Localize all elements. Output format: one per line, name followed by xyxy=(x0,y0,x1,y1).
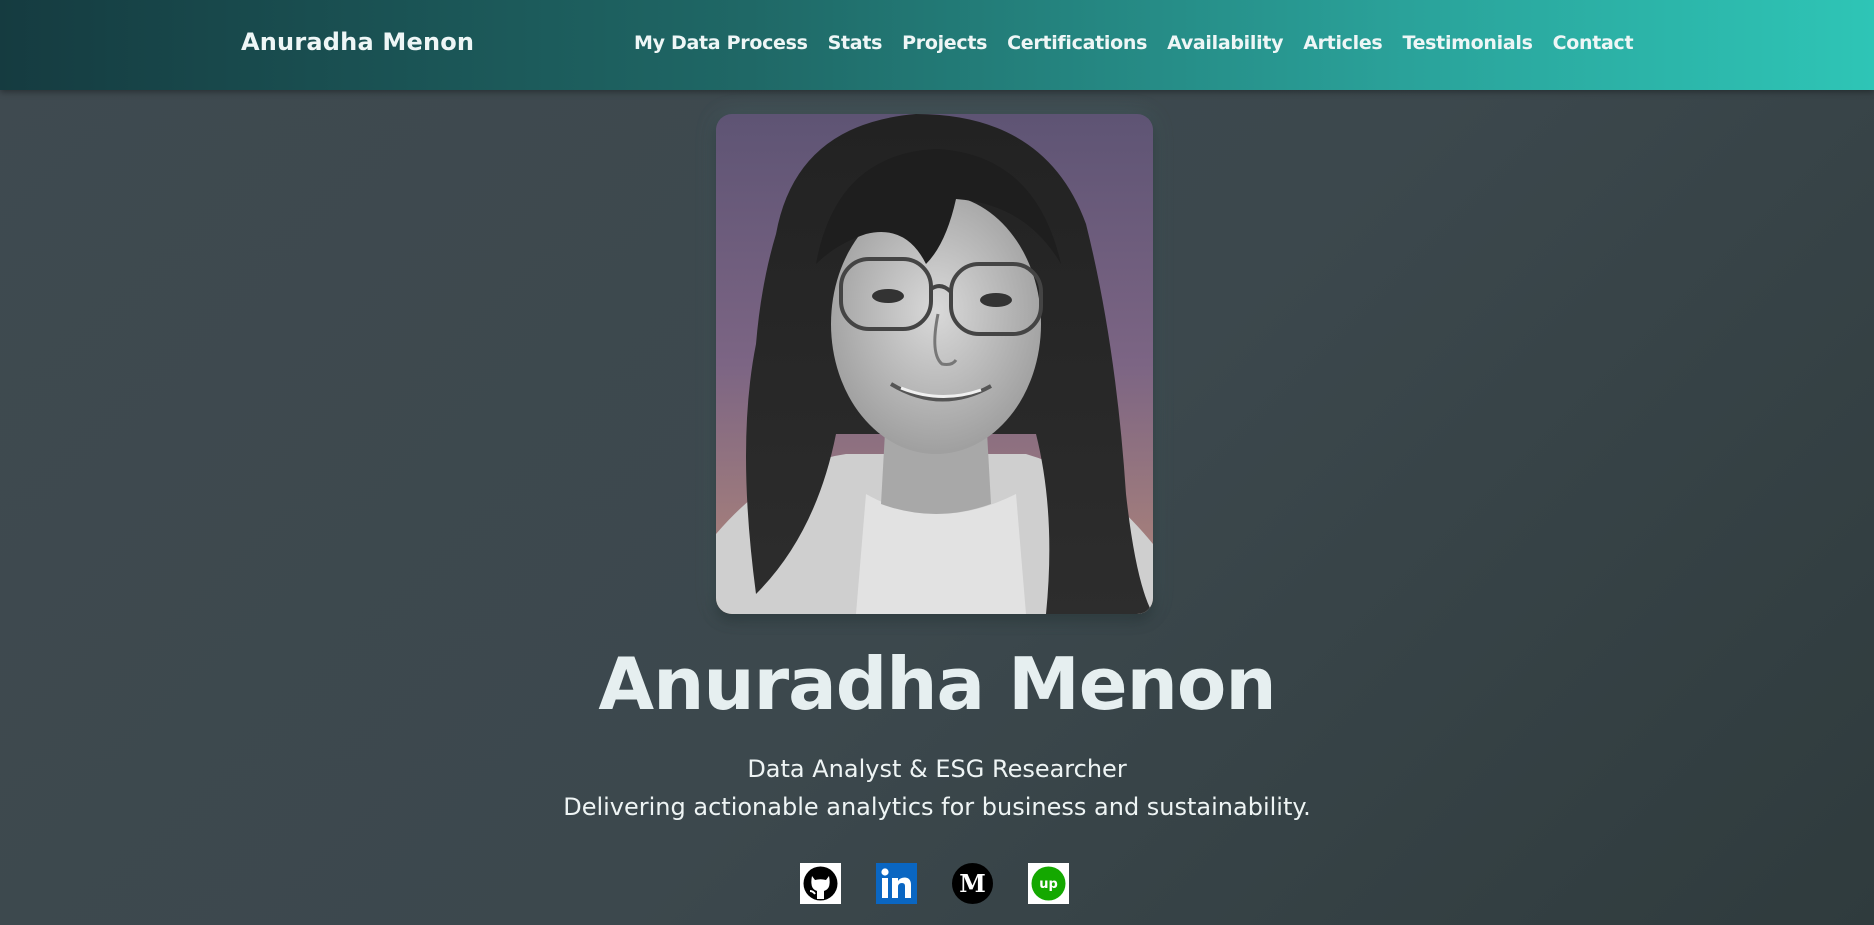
social-links: M up xyxy=(800,863,1069,904)
top-navbar: Anuradha Menon My Data Process Stats Pro… xyxy=(0,0,1874,90)
linkedin-icon xyxy=(876,863,917,904)
brand-logo[interactable]: Anuradha Menon xyxy=(241,28,474,56)
nav-link-projects[interactable]: Projects xyxy=(902,32,987,54)
hero-tagline: Delivering actionable analytics for busi… xyxy=(563,793,1311,821)
github-link[interactable] xyxy=(800,863,841,904)
portrait-illustration xyxy=(716,114,1153,614)
github-icon xyxy=(800,863,841,904)
nav-link-contact[interactable]: Contact xyxy=(1553,32,1634,54)
hero-name: Anuradha Menon xyxy=(598,642,1276,726)
nav-link-stats[interactable]: Stats xyxy=(828,32,883,54)
linkedin-link[interactable] xyxy=(876,863,917,904)
hero-role: Data Analyst & ESG Researcher xyxy=(747,755,1127,783)
upwork-icon: up xyxy=(1028,863,1069,904)
nav-link-my-data-process[interactable]: My Data Process xyxy=(634,32,808,54)
upwork-link[interactable]: up xyxy=(1028,863,1069,904)
profile-photo xyxy=(716,114,1153,614)
nav-link-testimonials[interactable]: Testimonials xyxy=(1402,32,1532,54)
main-nav: My Data Process Stats Projects Certifica… xyxy=(634,32,1634,54)
hero-subtitle: Data Analyst & ESG Researcher Delivering… xyxy=(0,750,1874,826)
svg-text:M: M xyxy=(959,869,986,898)
nav-link-availability[interactable]: Availability xyxy=(1167,32,1283,54)
svg-text:up: up xyxy=(1039,877,1058,892)
nav-link-articles[interactable]: Articles xyxy=(1303,32,1383,54)
medium-link[interactable]: M xyxy=(952,863,993,904)
medium-icon: M xyxy=(952,863,993,904)
nav-link-certifications[interactable]: Certifications xyxy=(1007,32,1147,54)
